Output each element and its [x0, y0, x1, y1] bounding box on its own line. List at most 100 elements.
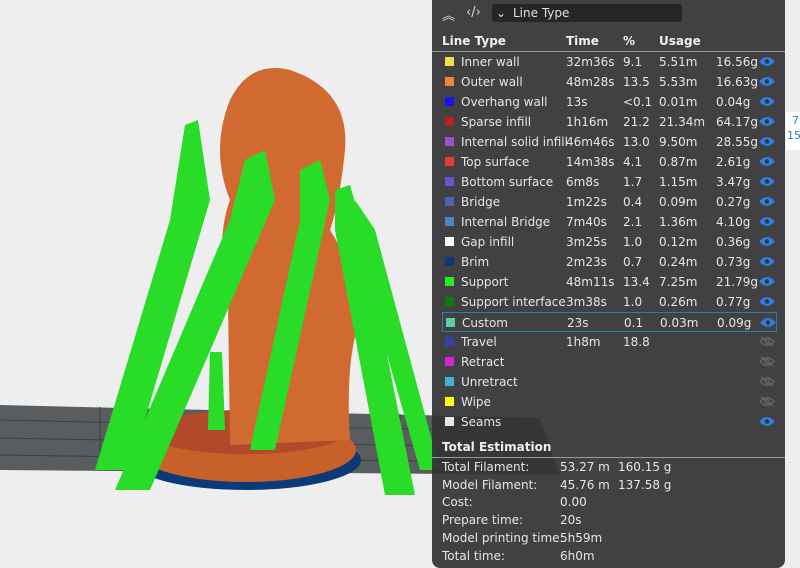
color-swatch — [445, 297, 454, 306]
time-value: 48m28s — [566, 75, 615, 89]
weight-value: 21.79g — [716, 275, 758, 289]
color-swatch — [445, 197, 454, 206]
percent-value: 13.5 — [623, 75, 650, 89]
eye-icon[interactable] — [759, 116, 775, 127]
line-type-name: Outer wall — [461, 75, 523, 89]
weight-value: 28.55g — [716, 135, 758, 149]
total-divider — [432, 457, 785, 458]
line-type-name: Support — [461, 275, 509, 289]
eye-icon[interactable] — [759, 76, 775, 87]
length-value: 0.01m — [659, 95, 698, 109]
line-type-row[interactable]: Travel 1h8m 18.8 — [432, 332, 785, 352]
line-type-row[interactable]: Bridge 1m22s 0.4 0.09m 0.27g — [432, 192, 785, 212]
eye-icon[interactable] — [759, 236, 775, 247]
line-type-name: Seams — [461, 415, 502, 429]
line-type-row[interactable]: Custom 23s 0.1 0.03m 0.09g — [442, 312, 777, 332]
line-type-row[interactable]: Sparse infill 1h16m 21.2 21.34m 64.17g — [432, 112, 785, 132]
view-type-value: Line Type — [513, 6, 570, 20]
line-type-row[interactable]: Gap infill 3m25s 1.0 0.12m 0.36g — [432, 232, 785, 252]
total-value-2: 160.15 g — [618, 460, 672, 474]
line-type-row[interactable]: Outer wall 48m28s 13.5 5.53m 16.63g — [432, 72, 785, 92]
time-value: 2m23s — [566, 255, 607, 269]
eye-icon[interactable] — [759, 296, 775, 307]
line-type-row[interactable]: Wipe — [432, 392, 785, 412]
view-type-select[interactable]: ⌄ Line Type — [492, 4, 682, 22]
header-usage: Usage — [659, 34, 701, 48]
color-swatch — [445, 137, 454, 146]
color-swatch — [445, 57, 454, 66]
time-value: 48m11s — [566, 275, 615, 289]
color-swatch — [445, 97, 454, 106]
eye-off-icon[interactable] — [759, 396, 775, 407]
line-type-name: Wipe — [461, 395, 491, 409]
eye-icon[interactable] — [759, 276, 775, 287]
color-swatch — [445, 117, 454, 126]
eye-icon[interactable] — [759, 416, 775, 427]
line-type-name: Bottom surface — [461, 175, 554, 189]
length-value: 0.87m — [659, 155, 698, 169]
percent-value: 1.0 — [623, 235, 643, 249]
line-type-row[interactable]: Support 48m11s 13.4 7.25m 21.79g — [432, 272, 785, 292]
color-swatch — [445, 237, 454, 246]
weight-value: 64.17g — [716, 115, 758, 129]
color-swatch — [445, 217, 454, 226]
eye-icon[interactable] — [760, 317, 776, 328]
length-value: 21.34m — [659, 115, 706, 129]
line-type-row[interactable]: Top surface 14m38s 4.1 0.87m 2.61g — [432, 152, 785, 172]
line-type-row[interactable]: Overhang wall 13s <0.1 0.01m 0.04g — [432, 92, 785, 112]
line-type-row[interactable]: Unretract — [432, 372, 785, 392]
line-type-row[interactable]: Inner wall 32m36s 9.1 5.51m 16.56g — [432, 52, 785, 72]
layer-top-value: 7 — [792, 114, 799, 127]
eye-icon[interactable] — [759, 136, 775, 147]
header-time: Time — [566, 34, 599, 48]
length-value: 9.50m — [659, 135, 698, 149]
eye-icon[interactable] — [759, 156, 775, 167]
weight-value: 3.47g — [716, 175, 751, 189]
time-value: 3m38s — [566, 295, 607, 309]
weight-value: 2.61g — [716, 155, 751, 169]
percent-value: 0.1 — [624, 316, 644, 330]
line-type-name: Top surface — [461, 155, 530, 169]
eye-off-icon[interactable] — [759, 356, 775, 367]
layer-slider-labels[interactable]: 7 15 — [786, 112, 800, 150]
eye-icon[interactable] — [759, 256, 775, 267]
percent-value: 0.7 — [623, 255, 643, 269]
percent-value: 13.0 — [623, 135, 650, 149]
time-value: 23s — [567, 316, 589, 330]
eye-icon[interactable] — [759, 196, 775, 207]
percent-value: 1.0 — [623, 295, 643, 309]
code-brackets-icon[interactable]: ‹/› — [466, 5, 481, 20]
color-swatch — [446, 318, 455, 327]
line-type-name: Support interface — [461, 295, 566, 309]
total-value-1: 0.00 — [560, 495, 587, 510]
line-type-row[interactable]: Retract — [432, 352, 785, 372]
line-type-row[interactable]: Internal Bridge 7m40s 2.1 1.36m 4.10g — [432, 212, 785, 232]
eye-icon[interactable] — [759, 216, 775, 227]
eye-off-icon[interactable] — [759, 336, 775, 347]
eye-icon[interactable] — [759, 176, 775, 187]
line-type-name: Custom — [462, 316, 508, 330]
eye-icon[interactable] — [759, 96, 775, 107]
length-value: 0.03m — [660, 316, 699, 330]
eye-off-icon[interactable] — [759, 376, 775, 387]
total-label: Prepare time: — [442, 513, 524, 528]
color-swatch — [445, 417, 454, 426]
line-type-row[interactable]: Internal solid infill 46m46s 13.0 9.50m 28.5… — [432, 132, 785, 152]
line-type-name: Internal solid infill — [461, 135, 568, 149]
total-label: Model Filament: — [442, 477, 538, 492]
line-type-row[interactable]: Bottom surface 6m8s 1.7 1.15m 3.47g — [432, 172, 785, 192]
length-value: 0.09m — [659, 195, 698, 209]
percent-value: 4.1 — [623, 155, 643, 169]
total-value-2: 137.58 g — [618, 477, 672, 492]
line-type-row[interactable]: Seams — [432, 412, 785, 432]
color-swatch — [445, 277, 454, 286]
line-type-row[interactable]: Brim 2m23s 0.7 0.24m 0.73g — [432, 252, 785, 272]
eye-icon[interactable] — [759, 56, 775, 67]
line-type-name: Internal Bridge — [461, 215, 551, 229]
header-percent: % — [623, 34, 636, 48]
percent-value: 18.8 — [623, 335, 650, 349]
double-chevron-up-icon[interactable]: ︽ — [442, 5, 455, 24]
total-value-1: 5h59m — [560, 530, 603, 545]
percent-value: 0.4 — [623, 195, 643, 209]
line-type-row[interactable]: Support interface 3m38s 1.0 0.26m 0.77g — [432, 292, 785, 312]
